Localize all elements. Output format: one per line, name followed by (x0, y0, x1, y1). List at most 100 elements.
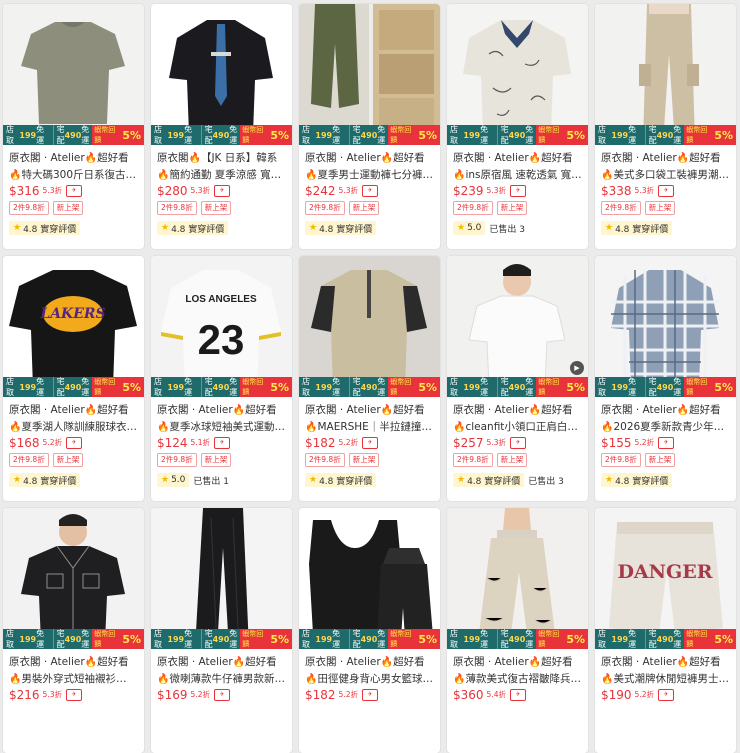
star-icon: ★ (605, 223, 614, 233)
product-title[interactable]: 原衣閣 · Atelier🔥超好看 🔥MAERSHE｜半拉鏈撞… (299, 397, 440, 434)
shipping-promo-banner: 店取 199 免運 宅配 490 免運 蝦幣回饋 5% (447, 629, 588, 649)
tag-row (447, 703, 588, 723)
promo-tag: 2件9.8折 (9, 453, 49, 467)
fire-icon: 🔥 (528, 405, 542, 416)
price-row: $124 5.1折 ✈ (151, 434, 292, 451)
product-image[interactable]: LAKERS 店取 199 免運 宅配 490 免運 蝦幣回饋 5% (3, 256, 144, 397)
product-card[interactable]: LAKERS 店取 199 免運 宅配 490 免運 蝦幣回饋 5% 原衣閣 · Ate… (3, 256, 144, 501)
promo-tag: 新上架 (200, 453, 232, 467)
product-title[interactable]: 原衣閣 · Atelier🔥超好看 🔥特大碼300斤日系復古… (3, 145, 144, 182)
price-row: $169 5.2折 ✈ (151, 686, 292, 703)
product-title[interactable]: 原衣閣 · Atelier🔥超好看 🔥夏季湖人隊訓練服球衣… (3, 397, 144, 434)
fire-icon: 🔥 (9, 674, 22, 685)
product-title[interactable]: 原衣閣 · Atelier🔥超好看 🔥美式潮牌休閒短褲男士… (595, 649, 736, 686)
product-image[interactable]: 店取 199 免運 宅配 490 免運 蝦幣回饋 5% (447, 508, 588, 649)
free-shipping-icon: ✈ (657, 184, 674, 197)
product-image[interactable]: 店取 199 免運 宅配 490 免運 蝦幣回饋 5% (3, 4, 144, 145)
product-card[interactable]: 店取 199 免運 宅配 490 免運 蝦幣回饋 5% 原衣閣 · Atelier🔥超好… (151, 508, 292, 753)
product-card[interactable]: LOS ANGELES 23 店取 199 免運 宅配 490 免運 蝦幣回饋 5% 原衣… (151, 256, 292, 501)
rating-row: ★ 4.8 實穿評價 (3, 471, 144, 487)
product-card[interactable]: 店取 199 免運 宅配 490 免運 蝦幣回饋 5% 原衣閣🔥【JK 日系】韓系 🔥簡… (151, 4, 292, 249)
fire-icon: 🔥 (601, 422, 614, 433)
promo-tag: 新上架 (348, 453, 380, 467)
product-title[interactable]: 原衣閣 · Atelier🔥超好看 🔥夏季冰球短袖美式運動… (151, 397, 292, 434)
discount-badge: 5.1折 (190, 438, 210, 447)
fire-icon: 🔥 (676, 657, 690, 668)
rating-row: ★ 5.0 已售出 3 (447, 219, 588, 235)
product-card[interactable]: 店取 199 免運 宅配 490 免運 蝦幣回饋 5% 原衣閣 · Atelier🔥超好… (3, 508, 144, 753)
product-image[interactable]: 店取 199 免運 宅配 490 免運 蝦幣回饋 5% (595, 256, 736, 397)
star-icon: ★ (161, 475, 170, 485)
product-image[interactable]: LOS ANGELES 23 店取 199 免運 宅配 490 免運 蝦幣回饋 5% (151, 256, 292, 397)
product-title[interactable]: 原衣閣 · Atelier🔥超好看 🔥ins原宿風 速乾透氣 寬… (447, 145, 588, 182)
product-image[interactable]: ▶ 店取 199 免運 宅配 490 免運 蝦幣回饋 5% (447, 256, 588, 397)
product-card[interactable]: 店取 199 免運 宅配 490 免運 蝦幣回饋 5% 原衣閣 · Atelier🔥超好… (299, 508, 440, 753)
product-title[interactable]: 原衣閣 · Atelier🔥超好看 🔥美式多口袋工裝褲男潮… (595, 145, 736, 182)
product-title[interactable]: 原衣閣 · Atelier🔥超好看 🔥薄款美式復古褶皺降兵… (447, 649, 588, 686)
product-image[interactable]: 店取 199 免運 宅配 490 免運 蝦幣回饋 5% (299, 508, 440, 649)
fire-icon: 🔥 (188, 153, 201, 164)
product-title[interactable]: 原衣閣 · Atelier🔥超好看 🔥2026夏季新款青少年… (595, 397, 736, 434)
rating-badge: ★ 4.8 實穿評價 (601, 221, 673, 235)
product-card[interactable]: 店取 199 免運 宅配 490 免運 蝦幣回饋 5% 原衣閣 · Atelier🔥超好… (595, 4, 736, 249)
product-card[interactable]: 店取 199 免運 宅配 490 免運 蝦幣回饋 5% 原衣閣 · Atelier🔥超好… (447, 4, 588, 249)
promo-tag: 新上架 (496, 201, 528, 215)
tag-row (595, 703, 736, 723)
product-image[interactable]: 店取 199 免運 宅配 490 免運 蝦幣回饋 5% (595, 4, 736, 145)
product-price: $168 (9, 435, 40, 450)
play-icon[interactable]: ▶ (570, 361, 584, 375)
fire-icon: 🔥 (380, 657, 394, 668)
promo-tag: 2件9.8折 (453, 201, 493, 215)
free-shipping-icon: ✈ (65, 436, 82, 449)
product-image[interactable]: 店取 199 免運 宅配 490 免運 蝦幣回饋 5% (447, 4, 588, 145)
price-row: $216 5.3折 ✈ (3, 686, 144, 703)
product-image[interactable]: 店取 199 免運 宅配 490 免運 蝦幣回饋 5% (299, 256, 440, 397)
product-card[interactable]: DANGER 店取 199 免運 宅配 490 免運 蝦幣回饋 5% 原衣閣 · Ate… (595, 508, 736, 753)
product-card[interactable]: 店取 199 免運 宅配 490 免運 蝦幣回饋 5% 原衣閣 · Atelier🔥超好… (595, 256, 736, 501)
price-row: $280 5.3折 ✈ (151, 182, 292, 199)
discount-badge: 5.3折 (486, 186, 506, 195)
product-price: $155 (601, 435, 632, 450)
star-icon: ★ (309, 223, 318, 233)
discount-badge: 5.2折 (338, 438, 358, 447)
product-title[interactable]: 原衣閣 · Atelier🔥超好看 🔥夏季男士運動褲七分褲… (299, 145, 440, 182)
free-shipping-icon: ✈ (657, 688, 674, 701)
product-image[interactable]: 店取 199 免運 宅配 490 免運 蝦幣回饋 5% (151, 4, 292, 145)
rating-badge: ★ 4.8 實穿評價 (305, 221, 377, 235)
free-shipping-icon: ✈ (361, 184, 378, 197)
price-row: $182 5.2折 ✈ (299, 686, 440, 703)
product-title[interactable]: 原衣閣🔥【JK 日系】韓系 🔥簡約通勤 夏季涼感 寬鬆… (151, 145, 292, 182)
product-title[interactable]: 原衣閣 · Atelier🔥超好看 🔥微喇薄款牛仔褲男款新… (151, 649, 292, 686)
rating-row (151, 723, 292, 725)
product-card[interactable]: ▶ 店取 199 免運 宅配 490 免運 蝦幣回饋 5% 原衣閣 · Atelier🔥… (447, 256, 588, 501)
price-row: $190 5.2折 ✈ (595, 686, 736, 703)
product-price: $216 (9, 687, 40, 702)
free-shipping-icon: ✈ (361, 688, 378, 701)
product-card[interactable]: 店取 199 免運 宅配 490 免運 蝦幣回饋 5% 原衣閣 · Atelier🔥超好… (447, 508, 588, 753)
rating-badge: ★ 5.0 (157, 473, 190, 487)
discount-badge: 5.2折 (634, 438, 654, 447)
product-image[interactable]: 店取 199 免運 宅配 490 免運 蝦幣回饋 5% (3, 508, 144, 649)
promo-tag: 2件9.8折 (157, 201, 197, 215)
product-image[interactable]: 店取 199 免運 宅配 490 免運 蝦幣回饋 5% (151, 508, 292, 649)
product-title[interactable]: 原衣閣 · Atelier🔥超好看 🔥男裝外穿式短袖襯衫… (3, 649, 144, 686)
sold-count: 已售出 3 (489, 224, 525, 235)
fire-icon: 🔥 (232, 405, 246, 416)
tag-row: 2件9.8折 新上架 (447, 451, 588, 471)
jersey-print: LOS ANGELES (185, 294, 257, 305)
product-title[interactable]: 原衣閣 · Atelier🔥超好看 🔥cleanfit小領口正肩白… (447, 397, 588, 434)
product-card[interactable]: 店取 199 免運 宅配 490 免運 蝦幣回饋 5% 原衣閣 · Atelier🔥超好… (3, 4, 144, 249)
promo-tag: 2件9.8折 (601, 201, 641, 215)
product-card[interactable]: 店取 199 免運 宅配 490 免運 蝦幣回饋 5% 原衣閣 · Atelier🔥超好… (299, 4, 440, 249)
product-image[interactable]: DANGER 店取 199 免運 宅配 490 免運 蝦幣回饋 5% (595, 508, 736, 649)
product-image[interactable]: 店取 199 免運 宅配 490 免運 蝦幣回饋 5% (299, 4, 440, 145)
sold-count: 已售出 3 (528, 476, 564, 487)
product-title[interactable]: 原衣閣 · Atelier🔥超好看 🔥田徑健身背心男女籃球… (299, 649, 440, 686)
rating-badge: ★ 4.8 實穿評價 (305, 473, 377, 487)
product-card[interactable]: 店取 199 免運 宅配 490 免運 蝦幣回饋 5% 原衣閣 · Atelier🔥超好… (299, 256, 440, 501)
tag-row: 2件9.8折 新上架 (3, 451, 144, 471)
danger-print: DANGER (617, 561, 712, 583)
rating-badge: ★ 4.8 實穿評價 (9, 473, 81, 487)
rating-row (447, 723, 588, 725)
shipping-promo-banner: 店取 199 免運 宅配 490 免運 蝦幣回饋 5% (151, 629, 292, 649)
